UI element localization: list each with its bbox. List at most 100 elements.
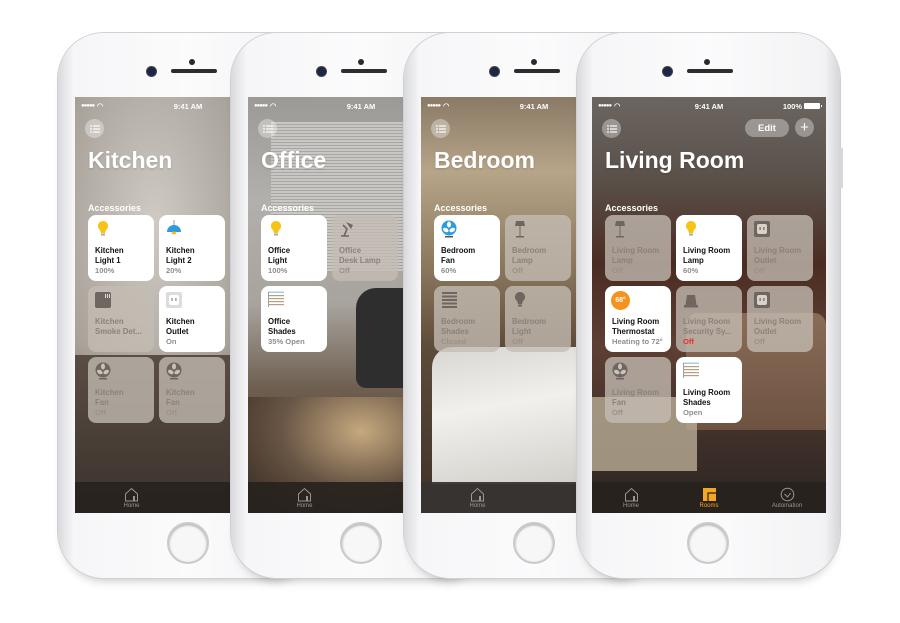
- tab-automation[interactable]: Automation: [757, 487, 817, 509]
- tile-name-line1: Living Room: [612, 317, 660, 326]
- accessory-tile[interactable]: Bedroom Fan 60%: [434, 215, 500, 281]
- accessory-tile[interactable]: Kitchen Outlet On: [159, 286, 225, 352]
- lightbulb-icon: [515, 292, 525, 307]
- tile-state: Off: [512, 337, 523, 346]
- proximity-sensor: [358, 59, 364, 65]
- tab-automation-label: Automation: [771, 502, 803, 509]
- tile-name-line1: Living Room: [612, 246, 660, 255]
- accessory-tile[interactable]: Bedroom Light Off: [505, 286, 571, 352]
- tab-home-label: Home: [123, 502, 140, 509]
- accessory-tile[interactable]: Living Room Outlet Off: [747, 286, 813, 352]
- home-list-button[interactable]: [85, 119, 104, 138]
- tile-state: Off: [166, 408, 177, 417]
- accessory-tile[interactable]: Kitchen Fan Off: [159, 357, 225, 423]
- earpiece-speaker: [341, 69, 387, 73]
- room-title: Office: [261, 147, 327, 173]
- tile-name-line2: Lamp: [612, 256, 633, 265]
- accessory-tile[interactable]: Office Light 100%: [261, 215, 327, 281]
- accessory-tile[interactable]: Office Desk Lamp Off: [332, 215, 398, 281]
- accessory-tile[interactable]: Living Room Lamp 60%: [676, 215, 742, 281]
- home-button[interactable]: [340, 522, 382, 564]
- tile-state: Closed: [441, 337, 467, 346]
- tile-name-line1: Living Room: [683, 317, 731, 326]
- accessory-tile[interactable]: Living Room Lamp Off: [605, 215, 671, 281]
- floor-lamp-icon: [615, 221, 625, 238]
- front-camera: [663, 67, 672, 76]
- outlet-icon: [754, 292, 770, 308]
- list-icon: [262, 124, 273, 133]
- accessory-tile[interactable]: Living Room Security Sy... Off: [676, 286, 742, 352]
- accessories-label: Accessories: [88, 203, 142, 213]
- tile-name-line2: Outlet: [754, 256, 777, 265]
- tile-name-line2: Security Sy...: [683, 327, 732, 336]
- tab-bar: Home Rooms Automation: [592, 482, 826, 513]
- add-accessory-button[interactable]: +: [795, 118, 814, 137]
- fan-icon: [166, 362, 182, 380]
- tile-state: 20%: [166, 266, 182, 275]
- home-list-button[interactable]: [431, 119, 450, 138]
- tile-name-line2: Fan: [612, 398, 626, 407]
- tile-state: 35% Open: [268, 337, 305, 346]
- tab-home[interactable]: Home: [102, 487, 162, 509]
- accessory-tile[interactable]: Bedroom Lamp Off: [505, 215, 571, 281]
- shades-icon: [683, 362, 699, 378]
- tile-name-line1: Living Room: [754, 317, 802, 326]
- house-icon: [624, 487, 638, 501]
- tab-rooms-label: Rooms: [699, 502, 719, 509]
- accessories-label: Accessories: [605, 203, 659, 213]
- tile-name-line1: Bedroom: [512, 317, 547, 326]
- accessory-tile[interactable]: Living Room Fan Off: [605, 357, 671, 423]
- accessory-tile[interactable]: Living Room Shades Open: [676, 357, 742, 423]
- lightbulb-icon: [98, 221, 108, 236]
- home-button[interactable]: [687, 522, 729, 564]
- lightbulb-icon: [686, 221, 696, 236]
- accessory-tile[interactable]: Kitchen Smoke Det...: [88, 286, 154, 352]
- status-bar: ●●●●● ◠ 9:41 AM 100%: [598, 100, 822, 112]
- tile-state: Off: [512, 266, 523, 275]
- tile-name-line1: Kitchen: [95, 317, 124, 326]
- tile-state: 100%: [95, 266, 115, 275]
- edit-button[interactable]: Edit: [745, 119, 789, 137]
- tile-name-line2: Lamp: [683, 256, 704, 265]
- tile-state: On: [166, 337, 177, 346]
- tile-state: Off: [612, 408, 623, 417]
- tile-state: Off: [339, 266, 350, 275]
- tab-home[interactable]: Home: [448, 487, 508, 509]
- front-camera: [490, 67, 499, 76]
- outlet-icon: [166, 292, 182, 308]
- accessory-tile[interactable]: 68° Living Room Thermostat Heating to 72°: [605, 286, 671, 352]
- tab-home[interactable]: Home: [275, 487, 335, 509]
- shades-icon: [442, 292, 457, 308]
- phone-living-room: ●●●●● ◠ 9:41 AM 100% Edit + Living Room …: [577, 33, 843, 578]
- tile-state: 60%: [441, 266, 457, 275]
- accessory-tile[interactable]: Bedroom Shades Closed: [434, 286, 500, 352]
- tile-name-line2: Outlet: [754, 327, 777, 336]
- tile-name-line2: Shades: [683, 398, 711, 407]
- home-button[interactable]: [167, 522, 209, 564]
- accessory-tile[interactable]: Office Shades 35% Open: [261, 286, 327, 352]
- accessories-label: Accessories: [261, 203, 315, 213]
- accessory-tile[interactable]: Kitchen Light 1 100%: [88, 215, 154, 281]
- home-list-button[interactable]: [602, 119, 621, 138]
- accessory-tile[interactable]: Kitchen Light 2 20%: [159, 215, 225, 281]
- tab-rooms[interactable]: Rooms: [679, 487, 739, 509]
- tile-name-line1: Office: [268, 246, 291, 255]
- tab-home[interactable]: Home: [601, 487, 661, 509]
- accessory-tile[interactable]: Living Room Outlet Off: [747, 215, 813, 281]
- house-icon: [298, 487, 311, 501]
- home-button[interactable]: [513, 522, 555, 564]
- list-icon: [606, 124, 617, 133]
- home-list-button[interactable]: [258, 119, 277, 138]
- tile-name-line2: Shades: [268, 327, 296, 336]
- tile-name-line2: Thermostat: [612, 327, 655, 336]
- accessory-tile[interactable]: Kitchen Fan Off: [88, 357, 154, 423]
- fan-icon: [441, 220, 457, 238]
- tile-name-line2: Light 2: [166, 256, 192, 265]
- tile-name-line2: Light: [268, 256, 288, 265]
- outlet-icon: [754, 221, 770, 237]
- list-icon: [89, 124, 100, 133]
- house-icon: [125, 487, 138, 501]
- tab-home-label: Home: [622, 502, 639, 509]
- earpiece-speaker: [514, 69, 560, 73]
- fan-icon: [612, 362, 628, 380]
